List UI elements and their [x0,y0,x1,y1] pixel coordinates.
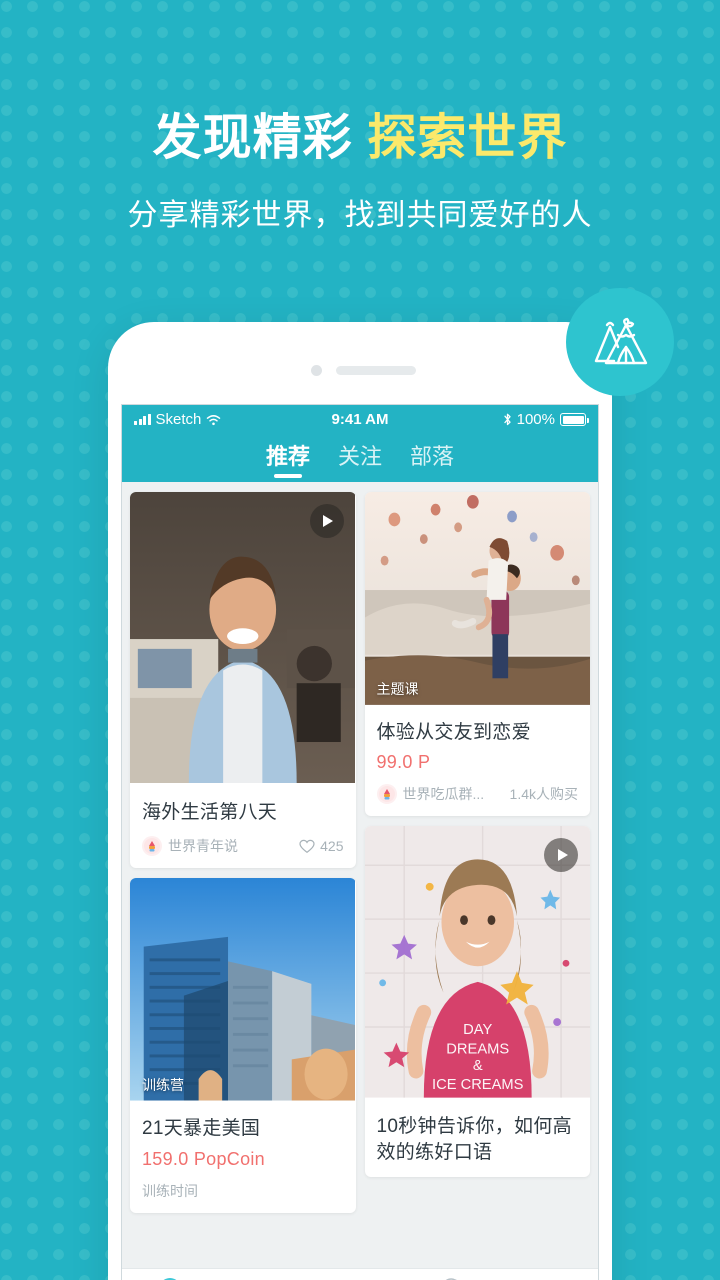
tent-badge [566,288,674,396]
wifi-icon [207,414,221,425]
nav-item-messages[interactable]: 信息 [408,1269,503,1280]
card-purchase-count: 1.4k人购买 [509,786,578,803]
top-tab-bar: 推荐 关注 部落 [122,434,598,482]
tab-following[interactable]: 关注 [338,439,382,478]
card-title: 21天暴走美国 [142,1118,261,1140]
card-price: 159.0 PopCoin [142,1148,265,1169]
tent-icon [594,317,648,365]
card-21-days-usa[interactable]: 训练营 21天暴走美国 159.0 PopCoin 训练时间 [130,878,356,1213]
whale-icon [559,1279,561,1280]
card-price: 99.0 P [376,752,431,773]
card-meta: 世界青年说 425 [142,836,344,857]
card-subtext: 训练时间 [142,1182,198,1199]
camera-icon [311,365,322,376]
nav-item-discover[interactable]: 发现 [122,1269,217,1280]
card-like-count: 425 [320,838,344,855]
card-dating-course[interactable]: 主题课 体验从交友到恋爱 99.0 P 世界吃瓜群... 1.4k人购买 [364,492,591,817]
svg-text:DREAMS: DREAMS [446,1042,509,1058]
avatar [376,784,397,805]
card-author[interactable]: 世界青年说 [142,836,238,857]
card-title: 海外生活第八天 [142,802,278,823]
briefcase-icon [252,1276,278,1280]
speaker-grill [336,366,416,375]
svg-text:DAY: DAY [463,1022,492,1038]
card-body: 海外生活第八天 世界青年说 425 [130,789,356,868]
signal-bars-icon [134,414,151,425]
card-likes[interactable]: 425 [299,838,344,855]
feed-column-left: 海外生活第八天 世界青年说 425 训练营 21天暴走美国 159.0 PopC… [130,492,356,1213]
card-body: 体验从交友到恋爱 99.0 P 世界吃瓜群... 1.4k人购买 [365,709,591,816]
card-overseas-life[interactable]: 海外生活第八天 世界青年说 425 [130,492,356,869]
promo-screenshot: 发现精彩 探索世界 分享精彩世界，找到共同爱好的人 Sketch 9:41 AM… [0,0,720,1280]
status-right: 100% [503,411,589,428]
phone-mockup: Sketch 9:41 AM 100% 推荐 关注 部落 海外生活第八天 世界青… [108,322,612,1280]
nav-item-popon[interactable]: Pop On [312,1269,407,1280]
thumbnail-photo-skyscrapers [130,878,356,1101]
card-author[interactable]: 世界吃瓜群... [376,784,485,805]
card-purchases: 1.4k人购买 [510,784,578,804]
card-spoken-english[interactable]: DAY DREAMS & ICE CREAMS 10秒钟告诉你，如何高效的练好口… [364,826,591,1177]
bottom-navigation: 发现 学习 [122,1268,598,1280]
nav-item-study[interactable]: 学习 [217,1269,312,1280]
battery-percent-label: 100% [516,411,555,428]
hero-section: 发现精彩 探索世界 分享精彩世界，找到共同爱好的人 [0,0,720,234]
subheadline: 分享精彩世界，找到共同爱好的人 [127,198,593,232]
play-icon[interactable] [309,504,344,538]
card-thumbnail [130,492,356,789]
phone-screen: Sketch 9:41 AM 100% 推荐 关注 部落 海外生活第八天 世界青… [121,404,599,1280]
nav-item-profile[interactable]: 我的 [503,1269,598,1280]
battery-icon [560,413,589,426]
card-body: 10秒钟告诉你，如何高效的练好口语 [365,1103,591,1177]
status-left: Sketch [134,411,221,428]
chat-icon [445,1277,458,1280]
status-bar: Sketch 9:41 AM 100% [122,405,598,434]
tab-tribe[interactable]: 部落 [410,439,454,478]
avatar-icon [144,838,160,855]
svg-text:ICE CREAMS: ICE CREAMS [432,1077,524,1093]
heart-icon [299,839,315,853]
card-title: 体验从交友到恋爱 [376,722,531,743]
headline: 发现精彩 探索世界 [0,110,720,168]
bluetooth-icon [503,413,511,426]
card-body: 21天暴走美国 159.0 PopCoin 训练时间 [130,1105,356,1212]
compass-icon [162,1277,177,1280]
card-author-name: 世界青年说 [168,838,238,855]
avatar [142,836,162,857]
feed-column-right: 主题课 体验从交友到恋爱 99.0 P 世界吃瓜群... 1.4k人购买 DAY… [364,492,591,1177]
card-badge: 训练营 [142,1077,184,1094]
headline-primary: 发现精彩 [152,111,353,165]
avatar-icon [378,786,395,803]
carrier-label: Sketch [155,411,202,428]
phone-top-bezel [108,322,612,404]
svg-text:&: & [472,1058,482,1074]
card-thumbnail: 主题课 [364,492,591,709]
card-thumbnail: 训练营 [130,878,356,1105]
card-author-name: 世界吃瓜群... [402,786,485,803]
card-thumbnail: DAY DREAMS & ICE CREAMS [364,826,591,1103]
content-feed[interactable]: 海外生活第八天 世界青年说 425 训练营 21天暴走美国 159.0 PopC… [122,482,598,1280]
headline-accent: 探索世界 [367,111,568,165]
tab-recommend[interactable]: 推荐 [266,439,310,478]
thumbnail-photo-balloons-couple [364,492,590,705]
card-meta: 世界吃瓜群... 1.4k人购买 [376,784,578,805]
card-title: 10秒钟告诉你，如何高效的练好口语 [376,1116,572,1163]
card-badge: 主题课 [376,681,419,697]
